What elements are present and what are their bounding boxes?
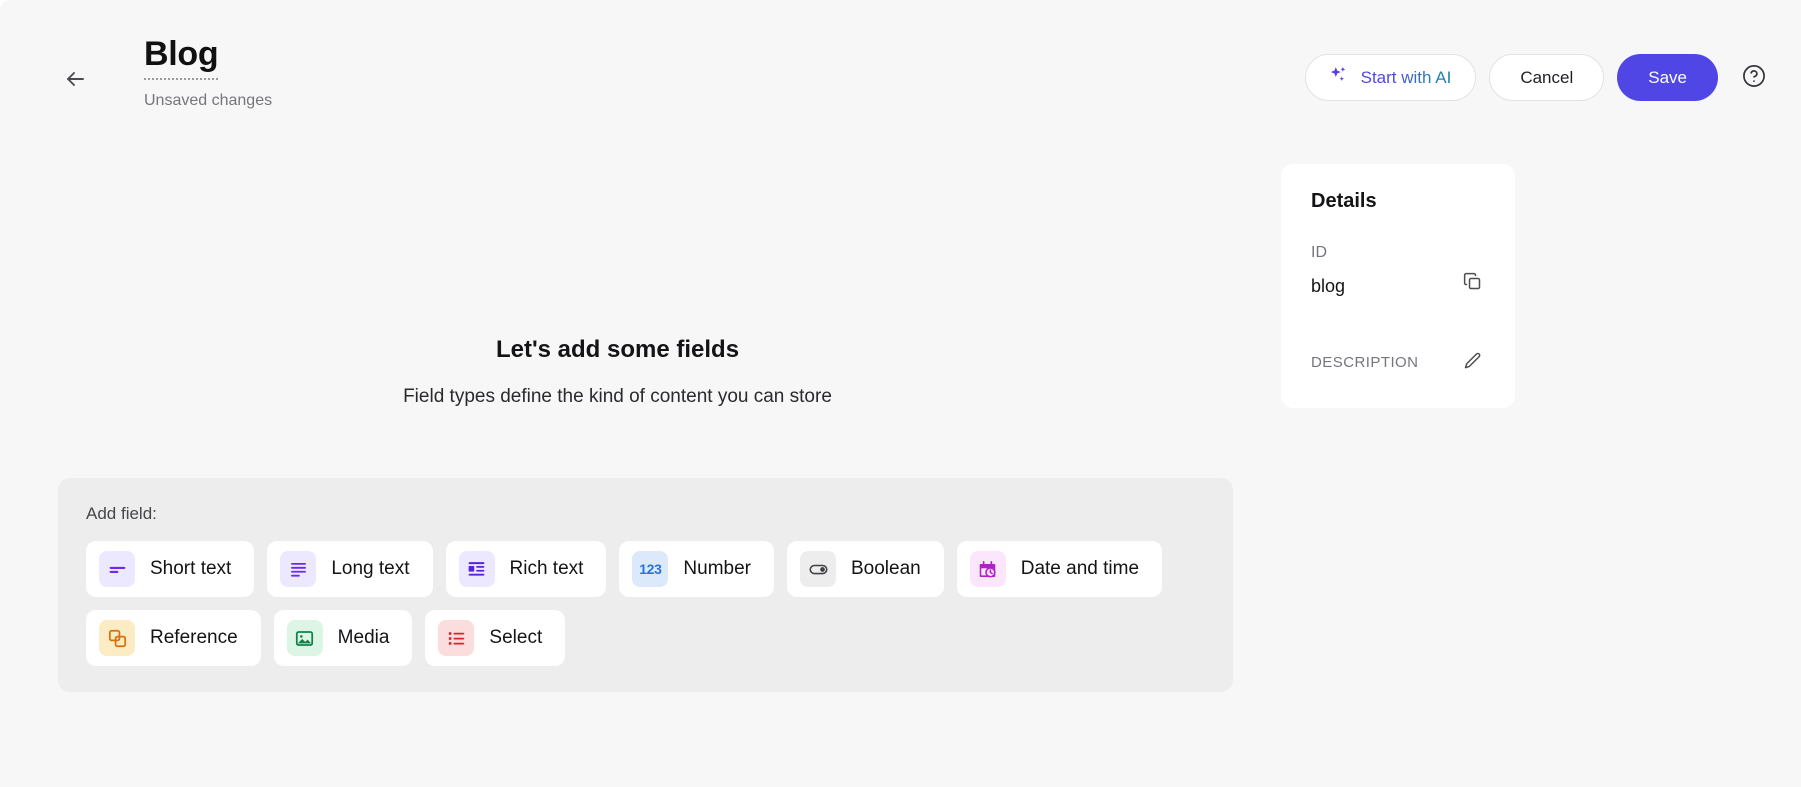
field-type-reference-button[interactable]: Reference [86,610,261,666]
description-label: DESCRIPTION [1311,354,1419,371]
start-with-ai-button[interactable]: Start with AI [1304,54,1477,101]
field-type-boolean-button[interactable]: Boolean [787,541,944,597]
id-value: blog [1311,276,1346,296]
detail-row-description: DESCRIPTION [1311,348,1487,378]
details-heading: Details [1311,190,1377,212]
save-button[interactable]: Save [1617,54,1718,101]
field-type-label: Long text [331,558,410,579]
empty-state: Let's add some fields Field types define… [0,335,1235,409]
page-header: Blog Unsaved changes Start with AI Cance… [0,0,1801,145]
sparkles-icon [1327,64,1350,92]
detail-row-id: ID blog [1311,242,1487,298]
id-field: ID blog [1311,242,1345,298]
field-type-short-text-button[interactable]: Short text [86,541,255,597]
add-field-panel: Add field: Short text Long text Rich tex… [58,478,1233,692]
field-type-select-button[interactable]: Select [425,610,566,666]
page-title[interactable]: Blog [144,32,219,80]
field-type-label: Boolean [851,558,921,579]
copy-icon [1462,271,1483,295]
add-field-label: Add field: [86,504,157,523]
field-type-media-button[interactable]: Media [273,610,413,666]
title-block: Blog Unsaved changes [144,32,272,111]
pencil-icon [1462,351,1483,375]
field-type-label: Rich text [509,558,584,579]
cancel-button[interactable]: Cancel [1489,54,1605,101]
long-text-icon [280,551,317,587]
field-type-label: Number [683,558,751,579]
toggle-icon [800,551,836,587]
field-type-label: Date and time [1020,558,1140,579]
field-type-number-button[interactable]: 123 Number [619,541,774,597]
arrow-left-icon [63,67,87,94]
empty-state-subtitle: Field types define the kind of content y… [403,386,832,407]
empty-state-title: Let's add some fields [495,336,740,363]
image-icon [286,620,323,656]
copy-id-button[interactable] [1457,268,1487,298]
edit-description-button[interactable] [1457,348,1487,378]
back-button[interactable] [55,60,95,100]
main-content-area: Let's add some fields Field types define… [0,145,1235,787]
field-type-long-text-button[interactable]: Long text [267,541,433,597]
id-label: ID [1311,244,1327,261]
field-type-list: Short text Long text Rich text 123 Number … [86,541,1205,666]
field-type-date-and-time-button[interactable]: Date and time [956,541,1163,597]
header-actions: Start with AI Cancel Save [1304,54,1771,101]
field-type-label: Media [337,627,390,648]
question-circle-icon [1741,63,1767,92]
field-type-rich-text-button[interactable]: Rich text [445,541,607,597]
reference-icon [99,620,135,656]
rich-text-icon [458,551,495,587]
start-with-ai-label: Start with AI [1360,67,1452,87]
calendar-clock-icon [969,551,1006,587]
field-type-label: Select [489,627,543,648]
field-type-label: Reference [150,627,238,648]
app-window: Blog Unsaved changes Start with AI Cance… [0,0,1801,787]
help-button[interactable] [1737,61,1771,95]
list-select-icon [438,620,475,656]
unsaved-changes-status: Unsaved changes [144,92,273,109]
details-panel: Details ID blog DESCRIPTION [1281,164,1515,408]
short-text-icon [99,551,135,587]
field-type-label: Short text [150,558,232,579]
number-123-icon: 123 [632,551,669,587]
